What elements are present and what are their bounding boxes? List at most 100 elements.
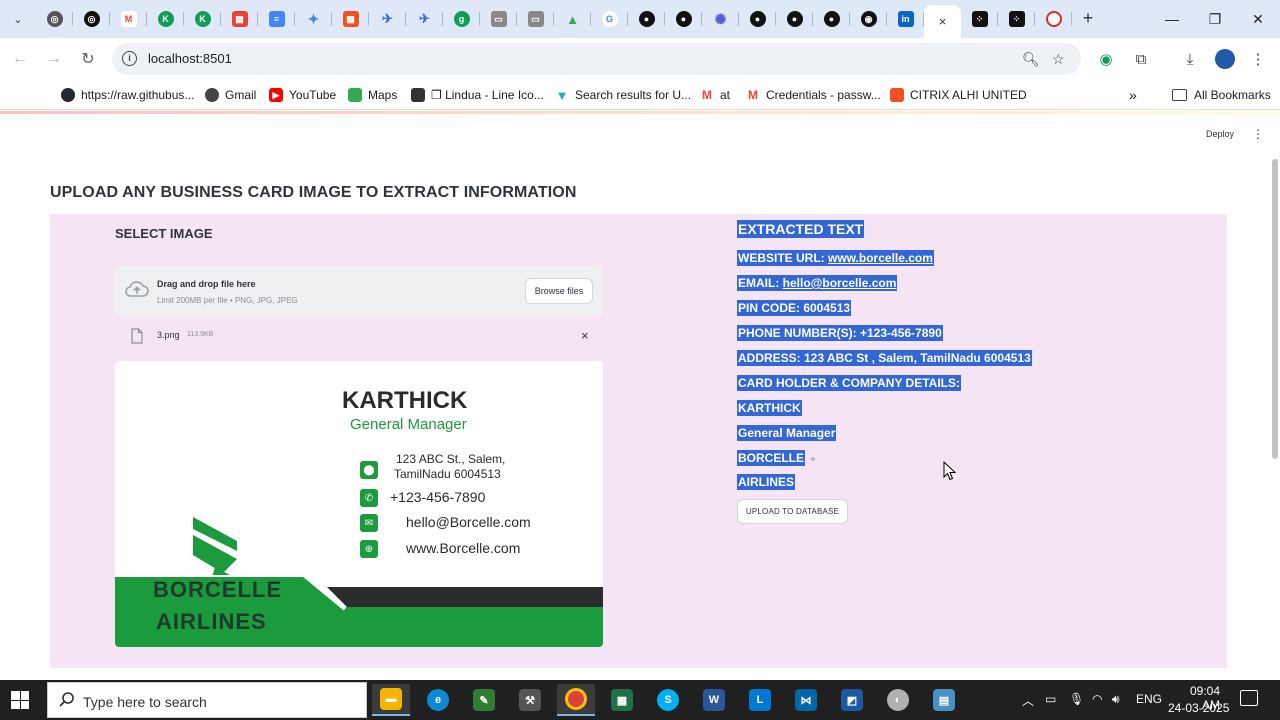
deploy-button[interactable]: Deploy — [1206, 129, 1234, 139]
tab[interactable]: g — [443, 5, 480, 33]
extensions-puzzle-icon[interactable]: ⧉ — [1129, 47, 1153, 71]
windows-start-icon[interactable] — [11, 691, 29, 709]
grammarly-icon[interactable]: ◉ — [1094, 47, 1118, 71]
tab[interactable]: ✈ — [369, 5, 406, 33]
taskbar-chrome[interactable] — [557, 684, 595, 716]
gear-flower-icon: ✺ — [714, 10, 727, 27]
url-text[interactable]: localhost:8501 — [148, 51, 232, 66]
download-icon[interactable]: ⤓ — [1178, 47, 1202, 71]
tab[interactable]: K — [184, 5, 221, 33]
tab[interactable]: G — [591, 5, 628, 33]
tab[interactable]: ● — [665, 5, 702, 33]
card-brand-line2: AIRLINES — [156, 609, 267, 634]
all-bookmarks-button[interactable]: All Bookmarks — [1172, 86, 1271, 104]
tab[interactable]: ◉ — [850, 5, 887, 33]
browser-menu-icon[interactable]: ⋮ — [1246, 47, 1270, 71]
bookmark-item[interactable]: Maps — [348, 86, 397, 104]
clock-date[interactable]: 24-03-2025 — [1168, 701, 1229, 715]
upload-to-database-button[interactable]: UPLOAD TO DATABASE — [737, 499, 848, 524]
spreadsheet-icon: ✎ — [473, 689, 495, 711]
reload-icon[interactable]: ↻ — [76, 47, 100, 71]
bookmark-item[interactable]: Mat — [700, 86, 730, 104]
taskbar-app[interactable]: ◐ — [879, 684, 917, 716]
zoom-icon[interactable]: 🔍︎ — [1022, 51, 1040, 68]
close-tab-icon[interactable]: × — [939, 14, 947, 29]
new-tab-button[interactable]: + — [1078, 8, 1098, 28]
taskbar-app[interactable]: ▤ — [925, 684, 963, 716]
taskbar-skype[interactable]: S — [649, 684, 687, 716]
tab[interactable]: M — [110, 5, 147, 33]
taskbar-file-explorer[interactable]: ▬ — [372, 684, 410, 716]
bookmark-item[interactable]: Gmail — [205, 86, 256, 104]
taskbar-app[interactable]: ◩ — [833, 684, 871, 716]
tab[interactable]: ● — [739, 5, 776, 33]
tab[interactable]: ▭ — [517, 5, 554, 33]
tab[interactable]: K — [147, 5, 184, 33]
bookmark-item[interactable]: ▶ YouTube — [269, 86, 336, 104]
bookmark-item[interactable]: ▼ Search results for U... — [555, 86, 691, 104]
taskbar-search-box[interactable]: Type here to search — [47, 682, 367, 718]
taskbar-lync[interactable]: L — [741, 684, 779, 716]
site-info-icon[interactable]: i — [122, 51, 137, 66]
notification-center-icon[interactable] — [1240, 690, 1258, 706]
location-icon: ⬤ — [360, 461, 378, 479]
tab[interactable]: in — [887, 5, 924, 33]
tab[interactable]: ▲ — [554, 5, 591, 33]
avatar[interactable] — [1213, 47, 1237, 71]
bookmark-item[interactable]: M Credentials - passw... — [746, 86, 881, 104]
anchor-link-icon[interactable]: ⚭ — [809, 454, 817, 464]
details-header-line: CARD HOLDER & COMPANY DETAILS: — [737, 374, 961, 392]
tab[interactable]: ◎ — [36, 5, 73, 33]
tab[interactable]: ✈ — [406, 5, 443, 33]
browse-files-button[interactable]: Browse files — [525, 278, 593, 304]
back-arrow-icon[interactable]: ← — [8, 47, 32, 71]
remove-file-button[interactable]: × — [581, 328, 589, 343]
speaker-icon[interactable]: 🔊︎ — [1112, 692, 1120, 707]
tab[interactable]: ● — [813, 5, 850, 33]
more-bookmarks-chevron-icon[interactable]: » — [1129, 86, 1137, 104]
tab-active[interactable]: × — [924, 5, 961, 38]
forward-arrow-icon[interactable]: → — [42, 47, 66, 71]
bookmark-item[interactable]: CITRIX ALHI UNITED — [890, 86, 1027, 104]
bookmark-label: https://raw.githubus... — [81, 88, 195, 102]
tab[interactable]: ▦ — [221, 5, 258, 33]
bookmark-item[interactable]: https://raw.githubus... — [61, 86, 194, 104]
app-menu-icon[interactable]: ⋮ — [1252, 127, 1264, 141]
minimize-button[interactable]: — — [1152, 6, 1192, 32]
taskbar-edge[interactable]: e — [419, 684, 457, 716]
taskbar-excel-app[interactable]: ✎ — [465, 684, 503, 716]
tab[interactable]: ▭ — [480, 5, 517, 33]
taskbar-app[interactable]: ⚒ — [511, 684, 549, 716]
tab[interactable]: ● — [776, 5, 813, 33]
battery-icon[interactable]: ▭ — [1045, 692, 1056, 706]
tab[interactable]: ● — [628, 5, 665, 33]
card-brand-line1: BORCELLE — [153, 577, 282, 602]
tab[interactable]: ⁘ — [961, 5, 998, 33]
email-link[interactable]: hello@borcelle.com — [783, 276, 897, 290]
company1-text: BORCELLE — [737, 450, 805, 466]
tab[interactable]: ◎ — [73, 5, 110, 33]
tab[interactable]: ≡ — [258, 5, 295, 33]
scrollbar[interactable] — [1272, 159, 1278, 459]
tab[interactable]: ⁘ — [998, 5, 1035, 33]
close-window-button[interactable]: ✕ — [1238, 6, 1278, 32]
microphone-icon[interactable]: 🎙︎ — [1069, 692, 1084, 706]
tab[interactable]: ✺ — [702, 5, 739, 33]
tab[interactable]: ✦ — [295, 5, 332, 33]
tab[interactable] — [1035, 5, 1072, 33]
taskbar-word[interactable]: W — [695, 684, 733, 716]
taskbar-app[interactable]: ▦ — [603, 684, 641, 716]
show-hidden-icons-chevron-icon[interactable]: ︿ — [1022, 692, 1034, 709]
address-bar[interactable]: i localhost:8501 🔍︎ ☆ — [112, 43, 1081, 75]
bookmark-item[interactable]: ❐ Lindua - Line Ico... — [411, 86, 544, 104]
skype-icon: S — [657, 689, 679, 711]
bookmark-star-icon[interactable]: ☆ — [1052, 51, 1065, 68]
file-dropzone[interactable]: Drag and drop file here Limit 200MB per … — [115, 266, 603, 316]
taskbar-vscode[interactable]: ⋈ — [787, 684, 825, 716]
wifi-icon[interactable]: ◠ — [1092, 692, 1102, 706]
website-link[interactable]: www.borcelle.com — [828, 251, 933, 265]
language-indicator[interactable]: ENG — [1136, 692, 1162, 706]
tab-search-chevron-icon[interactable]: ⌄ — [6, 7, 30, 31]
tab[interactable]: ▦ — [332, 5, 369, 33]
restore-button[interactable]: ❐ — [1195, 6, 1235, 32]
